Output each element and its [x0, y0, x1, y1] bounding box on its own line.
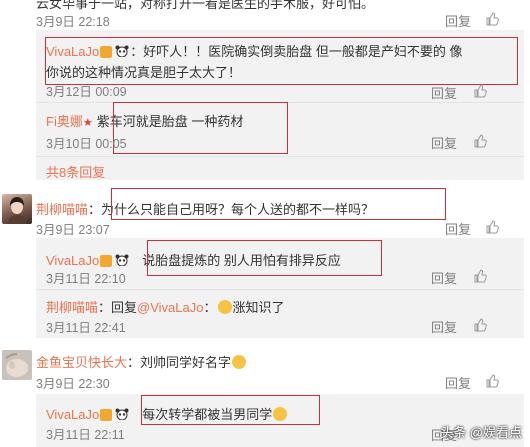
comment-item: 金鱼宝贝快长大：刘帅同学好名字: [36, 352, 247, 371]
reply-link[interactable]: 回复: [445, 11, 471, 30]
comment-time: 3月11日 22:10: [46, 272, 126, 286]
vip-icon: [100, 46, 113, 58]
panda-icon: [114, 45, 130, 58]
comment-text: ：刘帅同学好名字: [127, 355, 232, 370]
username-link[interactable]: VivaLaJo: [46, 253, 99, 268]
reply-item: VivaLaJo 说胎盘提炼的 别人用怕有排异反应: [46, 250, 341, 269]
username-link[interactable]: VivaLaJo: [46, 407, 99, 422]
username-link[interactable]: VivaLaJo: [46, 44, 99, 59]
comment-text: ：好吓人！！医院确实倒卖胎盘 但一般都是产妇不要的 像: [130, 44, 463, 59]
comment-time: 3月11日 22:41: [46, 321, 126, 335]
panda-icon: [114, 254, 130, 267]
divider: [36, 102, 524, 103]
panda-icon: [114, 408, 130, 421]
username-link[interactable]: 金鱼宝贝快长大: [36, 355, 127, 370]
star-icon: ★: [82, 117, 93, 129]
like-icon[interactable]: [473, 318, 487, 332]
comment-text: 紫车河就是胎盘 一种药材: [96, 114, 244, 129]
comment-text: 你说的这种情况真是胆子太大了！: [46, 65, 242, 80]
reply-link[interactable]: 回复: [445, 373, 471, 392]
comment-time: 3月9日 22:18: [36, 15, 110, 29]
comment-time: 3月9日 22:30: [36, 377, 110, 391]
username-link[interactable]: Fi奥娜: [46, 114, 83, 129]
vip-icon: [100, 255, 113, 267]
comment-text: 涨知识了: [232, 300, 285, 315]
comment-time: 3月11日 22:11: [46, 428, 125, 442]
like-icon[interactable]: [473, 134, 487, 148]
reply-link[interactable]: 回复: [445, 219, 471, 238]
reply-item: Fi奥娜★ 紫车河就是胎盘 一种药材: [46, 111, 243, 130]
like-icon[interactable]: [485, 374, 499, 388]
like-icon[interactable]: [473, 84, 487, 98]
like-icon[interactable]: [485, 12, 499, 26]
username-link[interactable]: 荆柳喵喵: [36, 202, 88, 217]
comment-time: 3月9日 23:07: [36, 223, 110, 237]
more-replies-link[interactable]: 共8条回复: [46, 162, 105, 181]
like-icon[interactable]: [473, 269, 487, 283]
comment-text: 每次转学都被当男同学: [142, 407, 273, 422]
comment-item: 荆柳喵喵：为什么只能自己用呀？每个人送的都不一样吗？: [36, 199, 374, 218]
reply-item: VivaLaJo 每次转学都被当男同学: [46, 404, 288, 423]
like-icon[interactable]: [485, 220, 499, 234]
comment-time: 3月10日 00:05: [46, 137, 127, 151]
reply-link[interactable]: 回复: [431, 133, 457, 152]
username-link[interactable]: 荆柳喵喵: [46, 300, 98, 315]
avatar[interactable]: [2, 350, 32, 380]
reply-link[interactable]: 回复: [431, 268, 457, 287]
comment-text: ：为什么只能自己用呀？每个人送的都不一样吗？: [88, 202, 375, 217]
comment-time: 3月12日 00:09: [46, 85, 127, 99]
avatar[interactable]: [2, 194, 32, 224]
emoji-icon: [273, 407, 288, 421]
reply-item: 荆柳喵喵：回复@VivaLaJo： 涨知识了: [46, 297, 285, 316]
mention-link[interactable]: @VivaLaJo: [137, 300, 203, 315]
divider: [36, 156, 524, 157]
vip-icon: [100, 409, 113, 421]
comment-text: 说胎盘提炼的 别人用怕有排异反应: [142, 253, 341, 268]
emoji-icon: [217, 300, 232, 314]
divider: [36, 289, 524, 290]
reply-link[interactable]: 回复: [431, 317, 457, 336]
smile-emoji-icon: [232, 355, 247, 369]
watermark: 头条 @娱看点: [440, 425, 522, 440]
comment-text: ：回复: [98, 300, 138, 315]
reply-link[interactable]: 回复: [431, 83, 457, 102]
comment-text: ：: [203, 300, 217, 315]
